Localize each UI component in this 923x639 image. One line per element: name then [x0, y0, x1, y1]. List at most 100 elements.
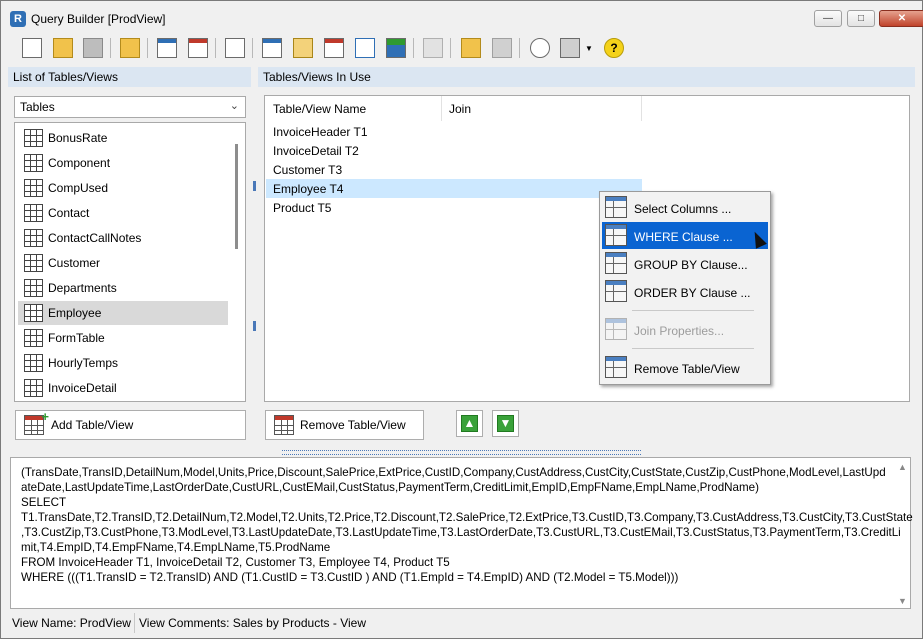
remove-table-icon [274, 415, 294, 435]
column-header-join[interactable]: Join [442, 96, 642, 121]
group-by-icon [355, 38, 375, 58]
list-item-selected[interactable]: Employee [18, 301, 228, 325]
menu-item-label: Remove Table/View [634, 362, 740, 376]
list-item[interactable]: CompUsed [18, 176, 228, 200]
menu-item-remove-table[interactable]: Remove Table/View [602, 354, 768, 381]
list-item[interactable]: InvoiceDetail [18, 376, 228, 400]
toolbar-separator [519, 38, 520, 58]
list-item[interactable]: ContactCallNotes [18, 226, 228, 250]
list-item[interactable]: FormTable [18, 326, 228, 350]
close-button[interactable]: ✕ [879, 10, 923, 27]
list-item-label: Employee [48, 306, 102, 320]
join-properties-button[interactable] [421, 36, 445, 60]
preview-button[interactable] [528, 36, 552, 60]
select-columns-button[interactable] [291, 36, 315, 60]
table-row[interactable]: InvoiceHeader T1 [266, 122, 642, 141]
panel-splitter[interactable] [251, 181, 258, 331]
toolbar-separator [413, 38, 414, 58]
order-by-button[interactable] [384, 36, 408, 60]
table-row[interactable]: InvoiceDetail T2 [266, 141, 642, 160]
arrow-up-icon: ▲ [461, 415, 478, 432]
sql-scrollbar[interactable]: ▲ ▼ [896, 462, 908, 606]
toolbar: ▼ ? [1, 33, 922, 65]
where-clause-button[interactable] [322, 36, 346, 60]
table-row-selected[interactable]: Employee T4 [266, 179, 642, 198]
folder-button[interactable] [118, 36, 142, 60]
horizontal-splitter[interactable] [282, 450, 641, 455]
tables-type-dropdown[interactable]: Tables ⌄ [14, 96, 246, 118]
arrow-down-icon: ▼ [497, 415, 514, 432]
list-item-label: Departments [48, 281, 117, 295]
list-item[interactable]: BonusRate [18, 126, 228, 150]
add-table-button[interactable] [155, 36, 179, 60]
scroll-up-icon[interactable]: ▲ [898, 462, 907, 472]
toolbar-separator [450, 38, 451, 58]
copy-button[interactable] [223, 36, 247, 60]
list-item[interactable]: Customer [18, 251, 228, 275]
help-button[interactable]: ? [602, 36, 626, 60]
add-table-view-button[interactable]: + Add Table/View [15, 409, 246, 440]
print-icon [560, 38, 580, 58]
sql-line: ateDate,LastUpdateTime,LastOrderDate,Cus… [21, 481, 759, 494]
new-icon [22, 38, 42, 58]
sql-line: (TransDate,TransID,DetailNum,Model,Units… [21, 466, 886, 479]
tables-list-scrollbar[interactable] [230, 124, 244, 400]
sql-line: FROM InvoiceHeader T1, InvoiceDetail T2,… [21, 556, 450, 569]
table-row[interactable]: Customer T3 [266, 160, 642, 179]
row-name: Customer T3 [273, 163, 343, 177]
list-item[interactable]: Component [18, 151, 228, 175]
list-item[interactable]: Departments [18, 276, 228, 300]
menu-item-order-by[interactable]: ORDER BY Clause ... [602, 278, 768, 305]
status-view-name: View Name: ProdView [8, 613, 135, 633]
tables-list: BonusRate Component CompUsed Contact Con… [14, 122, 246, 402]
minimize-button[interactable]: — [814, 10, 842, 27]
column-header-name[interactable]: Table/View Name [266, 96, 442, 121]
menu-item-select-columns[interactable]: Select Columns ... [602, 194, 768, 221]
toolbar-separator [215, 38, 216, 58]
new-button[interactable] [20, 36, 44, 60]
menu-item-join-properties[interactable]: Join Properties... [602, 316, 768, 343]
scroll-down-icon[interactable]: ▼ [898, 596, 907, 606]
remove-table-view-button[interactable]: Remove Table/View [265, 410, 424, 440]
list-item-label: InvoiceDetail [48, 381, 117, 395]
sql-text-area[interactable]: (TransDate,TransID,DetailNum,Model,Units… [10, 457, 913, 609]
joins-button[interactable] [260, 36, 284, 60]
help-icon: ? [604, 38, 624, 58]
group-by-icon [605, 252, 627, 274]
menu-item-group-by[interactable]: GROUP BY Clause... [602, 250, 768, 277]
print-dropdown-button[interactable]: ▼ [584, 36, 594, 60]
row-name: InvoiceDetail T2 [273, 144, 359, 158]
order-by-icon [605, 280, 627, 302]
add-item-button[interactable] [459, 36, 483, 60]
status-view-comments: View Comments: Sales by Products - View [139, 616, 366, 630]
maximize-button[interactable]: □ [847, 10, 875, 27]
splitter-grip [253, 181, 256, 191]
menu-item-where-clause[interactable]: WHERE Clause ... [602, 222, 768, 249]
list-item[interactable]: Contact [18, 201, 228, 225]
menu-item-label: ORDER BY Clause ... [634, 286, 751, 300]
title-bar: R Query Builder [ProdView] — □ ✕ [1, 1, 923, 33]
move-up-button[interactable]: ▲ [456, 410, 483, 437]
app-icon: R [10, 11, 26, 27]
table-row[interactable]: Product T5 [266, 198, 642, 217]
list-item[interactable]: HourlyTemps [18, 351, 228, 375]
remove-table-button[interactable] [186, 36, 210, 60]
order-by-icon [386, 38, 406, 58]
menu-separator [632, 310, 754, 311]
open-button[interactable] [51, 36, 75, 60]
print-button[interactable] [558, 36, 582, 60]
scrollbar-thumb[interactable] [235, 144, 238, 249]
row-name: Employee T4 [273, 182, 344, 196]
table-icon [24, 304, 43, 322]
move-down-button[interactable]: ▼ [492, 410, 519, 437]
table-icon [24, 179, 43, 197]
save-button[interactable] [81, 36, 105, 60]
delete-item-button[interactable] [490, 36, 514, 60]
preview-icon [530, 38, 550, 58]
list-item-label: Component [48, 156, 111, 170]
group-by-button[interactable] [353, 36, 377, 60]
list-item-label: CompUsed [48, 181, 109, 195]
context-menu: Select Columns ... WHERE Clause ... GROU… [599, 191, 771, 385]
menu-item-label: GROUP BY Clause... [634, 258, 748, 272]
sql-line: ,T3.CustZip,T3.CustPhone,T3.ModLevel,T3.… [21, 526, 901, 539]
